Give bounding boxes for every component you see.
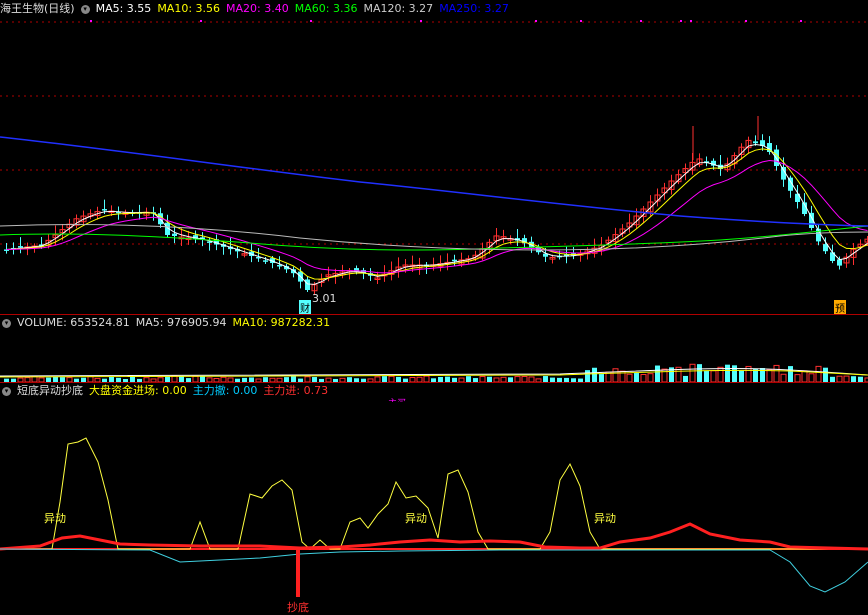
signal-label: 异动 xyxy=(405,512,427,525)
volume-bar xyxy=(766,369,773,382)
volume-bar xyxy=(780,373,787,382)
volume-bar xyxy=(647,373,654,382)
ma-legend-item: MA10: 3.56 xyxy=(157,2,221,15)
event-dot xyxy=(680,20,682,22)
volume-bar xyxy=(808,373,815,382)
price-panel[interactable]: 海王生物(日线) ▾ MA5: 3.55 MA10: 3.56 MA20: 3.40 MA… xyxy=(0,0,868,314)
volume-bar xyxy=(739,370,744,382)
finance-marker[interactable]: 财 xyxy=(299,300,311,314)
stray-label: 主买 xyxy=(388,396,406,402)
ma60-line xyxy=(0,225,868,251)
indicator-header: ▾ 短底异动抄底 大盘资金进场: 0.00 主力撤: 0.00 主力进: 0.73 xyxy=(0,384,340,398)
volume-bar xyxy=(626,373,633,382)
low-price-label: 3.01 xyxy=(312,292,337,305)
volume-panel[interactable]: ▾ VOLUME: 653524.81 MA5: 976905.94 MA10: 98… xyxy=(0,314,868,382)
event-dot xyxy=(800,20,802,22)
volume-bar xyxy=(640,374,647,382)
volume-bar xyxy=(725,364,730,382)
volume-bar xyxy=(661,368,668,382)
candle-body xyxy=(837,259,842,266)
bottom-signal-label: 抄底 xyxy=(287,601,309,614)
volume-legend-item: MA5: 976905.94 xyxy=(135,316,227,329)
ma20-line xyxy=(6,160,868,274)
signal-label: 异动 xyxy=(594,512,616,525)
volume-legend-item: VOLUME: 653524.81 xyxy=(17,316,130,329)
ma-legend-item: MA250: 3.27 xyxy=(439,2,509,15)
volume-bar xyxy=(815,365,822,382)
capital-line xyxy=(0,548,868,593)
volume-bar xyxy=(655,365,660,382)
indicator-panel[interactable]: ▾ 短底异动抄底大盘资金进场: 0.00 主力撤: 0.00 主力进: 0.73 主买… xyxy=(0,382,868,615)
main-force-line xyxy=(0,522,868,551)
volume-bar xyxy=(753,369,758,382)
chevron-down-icon[interactable]: ▾ xyxy=(2,386,11,396)
stock-title: 海王生物(日线) xyxy=(0,2,75,15)
volume-bar xyxy=(689,363,696,382)
chevron-down-icon[interactable]: ▾ xyxy=(80,4,90,14)
ma-legend-item: MA60: 3.36 xyxy=(294,2,358,15)
candle-body xyxy=(18,246,23,248)
event-dot xyxy=(310,20,312,22)
indicator-legend: 短底异动抄底 大盘资金进场: 0.00 主力撤: 0.00 主力进: 0.73 xyxy=(17,384,334,397)
indicator-legend-item: 短底异动抄底 xyxy=(17,384,83,397)
indicator-legend-item: 主力进: 0.73 xyxy=(263,384,329,397)
event-dot xyxy=(90,20,92,22)
price-header: 海王生物(日线) ▾ MA5: 3.55 MA10: 3.56 MA20: 3.40 MA… xyxy=(0,2,521,16)
ma-legend-item: MA5: 3.55 xyxy=(95,2,152,15)
ma10-line xyxy=(6,148,868,280)
ma5-line xyxy=(6,143,868,285)
volume-bar xyxy=(710,370,717,382)
oscillator-line xyxy=(0,437,868,550)
indicator-chart[interactable] xyxy=(0,382,868,615)
event-dot xyxy=(420,20,422,22)
volume-bar xyxy=(788,366,793,382)
chevron-down-icon[interactable]: ▾ xyxy=(2,318,11,328)
volume-bar xyxy=(801,370,808,382)
candle-body xyxy=(277,264,282,267)
event-dot xyxy=(200,20,202,22)
event-dot xyxy=(690,20,692,22)
ma-legend: MA5: 3.55 MA10: 3.56 MA20: 3.40 MA60: 3.36 M… xyxy=(96,2,515,15)
volume-legend-item: MA10: 987282.31 xyxy=(232,316,331,329)
candle-body xyxy=(102,209,107,211)
event-dot xyxy=(745,20,747,22)
ma120-line xyxy=(0,224,868,251)
candlestick-chart[interactable] xyxy=(0,0,868,314)
volume-bar xyxy=(592,367,597,382)
volume-bar xyxy=(585,370,590,382)
event-dot xyxy=(535,20,537,22)
event-dot xyxy=(640,20,642,22)
candle-body xyxy=(172,233,177,236)
ma-legend-item: MA120: 3.27 xyxy=(363,2,434,15)
candle-body xyxy=(753,141,758,144)
volume-header: ▾ VOLUME: 653524.81 MA5: 976905.94 MA10: 98… xyxy=(0,316,342,330)
volume-bar xyxy=(612,368,619,382)
candle-body xyxy=(452,259,457,262)
forecast-marker[interactable]: 预 xyxy=(834,300,846,314)
candle-body xyxy=(263,260,268,262)
volume-bar xyxy=(704,371,709,382)
bottom-signal-bar xyxy=(296,549,300,597)
volume-bar xyxy=(697,364,702,382)
volume-bar xyxy=(823,367,828,382)
candle-body xyxy=(305,279,310,290)
signal-label: 异动 xyxy=(44,512,66,525)
ma-legend-item: MA20: 3.40 xyxy=(226,2,289,15)
volume-bar xyxy=(599,374,604,382)
event-dot xyxy=(580,20,582,22)
indicator-legend-item: 大盘资金进场: 0.00 xyxy=(89,384,187,397)
volume-bar xyxy=(773,364,780,382)
volume-bar xyxy=(634,373,639,382)
indicator-legend-item: 主力撤: 0.00 xyxy=(192,384,258,397)
volume-legend: VOLUME: 653524.81 MA5: 976905.94 MA10: 987… xyxy=(17,316,336,329)
volume-bar xyxy=(717,366,724,382)
volume-bar xyxy=(732,365,737,382)
volume-bar xyxy=(794,374,801,382)
